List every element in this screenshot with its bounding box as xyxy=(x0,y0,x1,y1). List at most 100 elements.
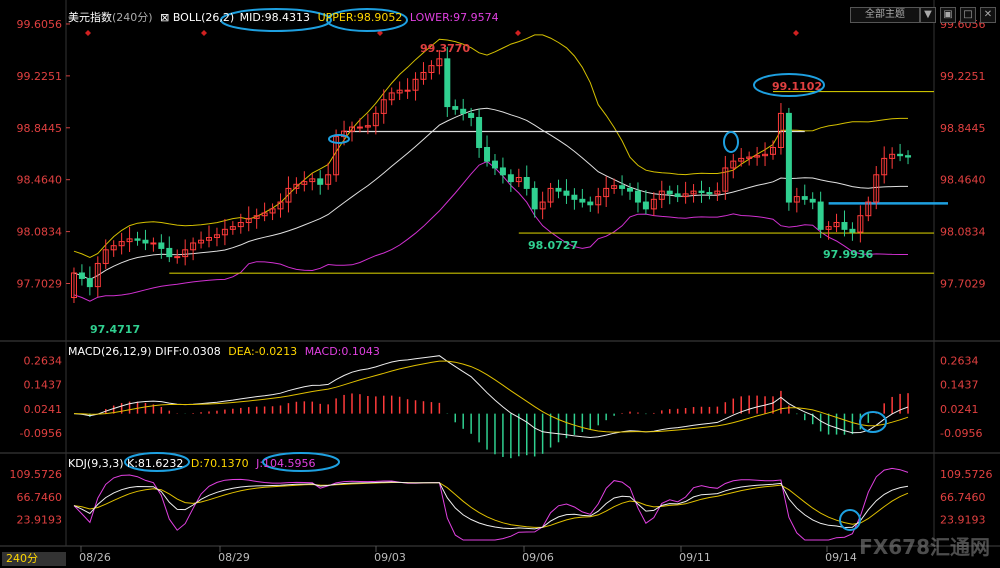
lower-value: LOWER:97.9574 xyxy=(409,11,499,24)
price-tick-left: 99.2251 xyxy=(17,70,63,83)
price-tick-right: 98.4640 xyxy=(940,174,986,187)
macd-tick-left: 0.1437 xyxy=(24,379,63,392)
macd-dea: DEA:-0.0213 xyxy=(228,345,298,358)
symbol-name: 美元指数 xyxy=(68,11,112,24)
date-tick-label: 09/06 xyxy=(522,551,554,564)
kdj-header: KDJ(9,3,3) K:81.6232 D:70.1370 J:104.595… xyxy=(68,457,316,470)
macd-panel xyxy=(73,355,909,459)
candle-body xyxy=(841,222,848,230)
candle-body xyxy=(166,247,173,258)
kdj-tick-right: 66.7460 xyxy=(940,491,986,504)
period-tab[interactable]: 240分 xyxy=(2,552,66,566)
candle-body xyxy=(523,177,530,189)
kdj-d: D:70.1370 xyxy=(190,457,249,470)
mid-value: MID:98.4313 xyxy=(239,11,311,24)
kdj-j-line xyxy=(73,467,909,541)
kdj-j: J:104.5956 xyxy=(256,457,316,470)
candle-body xyxy=(150,242,157,245)
kdj-tick-left: 109.5726 xyxy=(10,468,63,481)
candle-body xyxy=(452,106,459,110)
axis-labels: 99.6056 99.605699.2251 99.225198.8445 98.84… xyxy=(10,18,993,564)
highlight-circle xyxy=(723,131,739,153)
macd-diff: DIFF:0.0308 xyxy=(155,345,221,358)
kdj-panel xyxy=(73,467,909,541)
boll-lower-line xyxy=(73,160,908,302)
date-tick-label: 08/29 xyxy=(218,551,250,564)
candle-body xyxy=(444,58,451,108)
price-tick-right: 99.2251 xyxy=(940,70,986,83)
macd-macd: MACD:0.1043 xyxy=(304,345,380,358)
low3-label: 97.9936 xyxy=(823,248,873,261)
candle-body xyxy=(563,190,570,196)
candle-body xyxy=(642,201,649,210)
candle-body xyxy=(356,126,363,129)
boll-upper-line xyxy=(73,34,908,259)
candle-body xyxy=(579,198,586,203)
candle-body xyxy=(174,256,181,259)
topic-menu-button[interactable]: 全部主题 xyxy=(850,7,920,23)
candle-body xyxy=(619,185,626,189)
low2-label: 98.0727 xyxy=(528,239,578,252)
dropdown-icon[interactable]: ▼ xyxy=(920,7,936,23)
kdj-tick-left: 66.7460 xyxy=(17,491,63,504)
period-marker xyxy=(85,30,91,36)
candle-body xyxy=(78,272,85,279)
candle-body xyxy=(404,89,411,92)
price-tick-left: 98.0834 xyxy=(17,226,63,239)
candle-body xyxy=(460,108,467,114)
date-tick-label: 08/26 xyxy=(79,551,111,564)
kdj-k: K:81.6232 xyxy=(127,457,184,470)
kdj-tick-right: 109.5726 xyxy=(940,468,993,481)
candle-body xyxy=(897,153,904,157)
restore-icon[interactable]: ▣ xyxy=(940,7,956,23)
candle-body xyxy=(666,190,673,195)
price-tick-right: 98.8445 xyxy=(940,122,986,135)
chart-canvas: 99.6056 99.605699.2251 99.225198.8445 98.84… xyxy=(0,0,1000,564)
high1-label: 99.3770 xyxy=(420,42,470,55)
candle-body xyxy=(801,196,808,200)
maximize-icon[interactable]: □ xyxy=(960,7,976,23)
candle-body xyxy=(809,198,816,203)
period-marker xyxy=(793,30,799,36)
macd-tick-right: -0.0956 xyxy=(940,427,982,440)
candle-body xyxy=(484,146,491,162)
candle-body xyxy=(476,116,483,148)
candle-body xyxy=(849,228,856,233)
boll-label: BOLL(26,2) xyxy=(172,11,235,24)
indicator-icon: ⊠ xyxy=(160,11,170,24)
macd-diff-line xyxy=(73,355,909,439)
macd-tick-right: 0.0241 xyxy=(940,403,979,416)
candle-body xyxy=(634,190,641,203)
watermark-logo: FX678汇通网 xyxy=(859,535,990,559)
kdj-tick-right: 23.9193 xyxy=(940,513,986,526)
candle-body xyxy=(785,112,792,203)
candle-body xyxy=(134,238,141,241)
candle-body xyxy=(555,187,562,192)
candle-body xyxy=(86,277,93,288)
price-tick-right: 97.7029 xyxy=(940,278,986,291)
candle-body xyxy=(499,167,506,176)
candle-body xyxy=(531,187,538,210)
price-tick-left: 98.8445 xyxy=(17,122,63,135)
candle-body xyxy=(706,192,713,195)
kdj-name: KDJ(9,3,3) xyxy=(68,457,124,470)
macd-header: MACD(26,12,9) DIFF:0.0308 DEA:-0.0213 MA… xyxy=(68,345,380,358)
period-marker xyxy=(515,30,521,36)
highlight-circle xyxy=(859,411,887,433)
macd-tick-left: -0.0956 xyxy=(20,427,62,440)
candle-body xyxy=(674,193,681,198)
close-icon[interactable]: ✕ xyxy=(980,7,996,23)
upper-value: UPPER:98.9052 xyxy=(317,11,403,24)
macd-tick-left: 0.2634 xyxy=(24,354,63,367)
period-label: (240分) xyxy=(112,11,153,24)
boll-mid-line xyxy=(73,107,908,280)
date-tick-label: 09/11 xyxy=(679,551,711,564)
date-tick-label: 09/03 xyxy=(374,551,406,564)
price-tick-left: 97.7029 xyxy=(17,278,63,291)
annotations: 99.3770 99.1102 97.4717 98.0727 97.9936 xyxy=(90,8,887,531)
candle-body xyxy=(587,201,594,206)
period-marker xyxy=(201,30,207,36)
macd-tick-right: 0.2634 xyxy=(940,354,979,367)
candle-body xyxy=(817,201,824,230)
candle-body xyxy=(698,190,705,194)
